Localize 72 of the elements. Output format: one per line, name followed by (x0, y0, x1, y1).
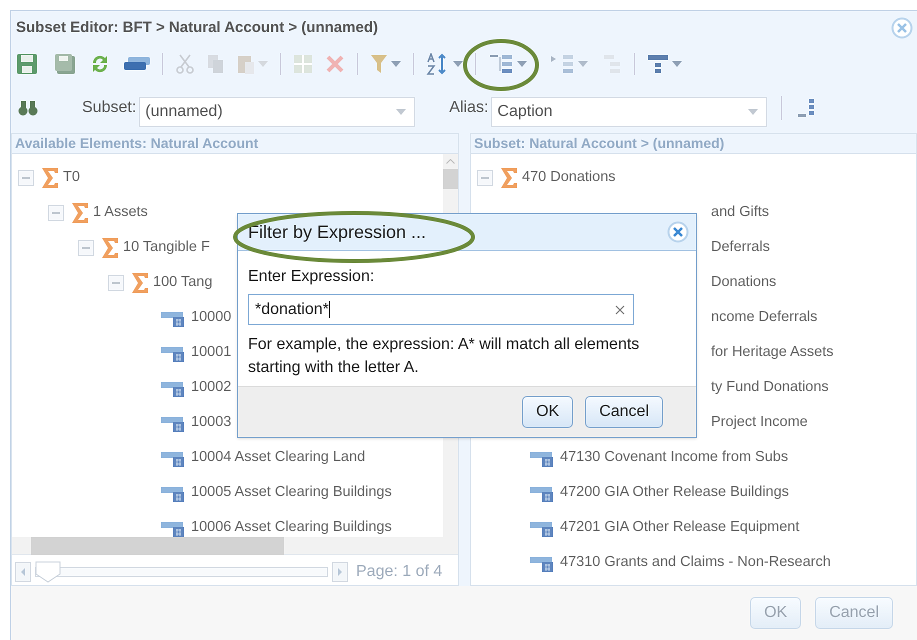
grid-icon[interactable] (293, 52, 313, 76)
sigma-icon (41, 166, 59, 188)
collapse-icon[interactable] (18, 170, 34, 186)
caret-icon[interactable] (748, 109, 758, 115)
close-icon[interactable] (667, 221, 689, 243)
sigma-icon (500, 166, 518, 188)
tree-item[interactable]: 10004 Asset Clearing Land (191, 446, 366, 468)
tree-item[interactable]: 47200 GIA Other Release Buildings (560, 482, 789, 504)
tree-item[interactable]: 47310 Grants and Claims - Non-Research (560, 552, 831, 574)
page-indicator: Page: 1 of 4 (356, 562, 442, 582)
cut-icon[interactable] (175, 52, 195, 76)
tree-item[interactable]: 10000 (191, 306, 232, 328)
tree-item[interactable]: 10006 Asset Clearing Buildings (191, 516, 392, 537)
scrollbar-thumb[interactable] (443, 169, 458, 189)
tree-item[interactable]: for Heritage Assets (711, 342, 834, 364)
tree-item[interactable]: T0 (63, 166, 80, 188)
save-icon[interactable] (16, 52, 38, 76)
tree-item[interactable]: 47201 GIA Other Release Equipment (560, 516, 800, 538)
tree-item[interactable]: 100 Tang (153, 272, 212, 294)
save-as-icon[interactable] (54, 52, 76, 76)
tree-item[interactable]: 10002 (191, 376, 232, 398)
filter-icon[interactable] (370, 52, 401, 76)
clear-icon[interactable] (615, 304, 625, 314)
next-page-icon[interactable] (332, 562, 348, 582)
close-icon[interactable] (891, 17, 913, 39)
dialog-title: Filter by Expression ... (248, 220, 426, 244)
binoculars-icon[interactable] (18, 100, 38, 116)
alias-label: Alias: (449, 98, 488, 118)
sigma-icon (101, 236, 119, 258)
panel-header: Subset: Natural Account > (unnamed) (474, 134, 724, 153)
tree-item[interactable]: 10001 (191, 342, 232, 364)
tree-item[interactable]: 47130 Covenant Income from Subs (560, 446, 788, 468)
expression-label: Enter Expression: (248, 267, 376, 287)
tree-item[interactable]: Deferrals (711, 236, 770, 258)
expression-field[interactable]: *donation* (248, 294, 634, 325)
cancel-button[interactable]: Cancel (585, 396, 663, 428)
hint-text: For example, the expression: A* will match all elements starting with the letter A. (248, 335, 640, 378)
sigma-icon (131, 272, 149, 294)
alias-dropdown[interactable]: Caption (491, 97, 768, 127)
page-slider[interactable] (35, 561, 328, 583)
subset-label: Subset: (82, 98, 136, 118)
ok-button[interactable]: OK (522, 396, 574, 428)
caret-icon[interactable] (396, 109, 406, 115)
tree-item[interactable]: 1 Assets (93, 202, 148, 224)
scrollbar-thumb[interactable] (31, 536, 284, 554)
collapse-icon[interactable] (477, 170, 493, 186)
collapse-icon[interactable] (108, 274, 124, 290)
tree-icon[interactable] (647, 52, 682, 76)
previous-page-icon[interactable] (15, 562, 31, 582)
hierarchy-icon[interactable] (549, 52, 588, 76)
tree-item[interactable]: Donations (711, 272, 776, 294)
tree-item[interactable]: ty Fund Donations (711, 376, 829, 398)
subset-dropdown[interactable]: (unnamed) (139, 97, 416, 127)
sigma-icon (71, 202, 89, 224)
collapse-icon[interactable] (78, 240, 94, 256)
tree-item[interactable]: 470 Donations (522, 166, 616, 188)
window-title: Subset Editor: BFT > Natural Account > (unnamed) (16, 18, 379, 38)
sort-icon[interactable] (426, 52, 463, 76)
scroll-up-icon[interactable] (446, 159, 455, 164)
tree-item[interactable]: 10005 Asset Clearing Buildings (191, 482, 392, 504)
horizontal-scrollbar[interactable] (12, 537, 458, 555)
hierarchy-icon[interactable] (796, 98, 816, 118)
collapse-icon[interactable] (48, 204, 64, 220)
tree-item[interactable]: 10003 (191, 412, 232, 434)
panel-header: Available Elements: Natural Account (15, 134, 258, 153)
copy-icon[interactable] (207, 52, 225, 76)
tree-item[interactable]: Project Income (711, 412, 808, 434)
hierarchy-icon[interactable] (488, 52, 527, 76)
slider-thumb[interactable] (35, 561, 61, 583)
tree-item[interactable]: and Gifts (711, 202, 770, 224)
tree-item[interactable]: ncome Deferrals (711, 306, 818, 328)
tree-item[interactable]: 10 Tangible F (123, 236, 210, 258)
